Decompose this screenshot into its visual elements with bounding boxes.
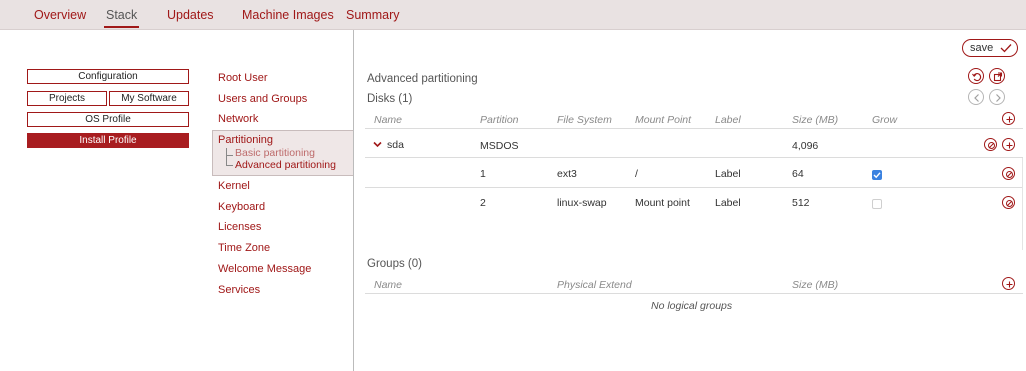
- revert-icon[interactable]: [968, 68, 984, 84]
- group-col-header-physical-extend: Physical Extend: [557, 279, 632, 291]
- partition-file-system[interactable]: linux-swap: [557, 197, 607, 209]
- table-scroll-edge: [1022, 158, 1023, 250]
- row-divider: [365, 157, 1023, 158]
- groups-header-divider: [365, 293, 1023, 294]
- disk-name: sda: [387, 139, 404, 151]
- next-icon[interactable]: [989, 89, 1005, 105]
- os-profile-button[interactable]: OS Profile: [27, 112, 189, 127]
- add-disk-icon[interactable]: [1002, 112, 1015, 125]
- tab-summary[interactable]: Summary: [346, 8, 399, 22]
- delete-partition-icon[interactable]: [1002, 196, 1015, 209]
- vertical-divider: [353, 30, 354, 371]
- groups-title: Groups (0): [367, 258, 422, 270]
- configuration-button[interactable]: Configuration: [27, 69, 189, 84]
- add-partition-icon[interactable]: [1002, 138, 1015, 151]
- disk-size: 4,096: [792, 140, 819, 152]
- nav-kernel[interactable]: Kernel: [218, 180, 250, 192]
- partition-file-system[interactable]: ext3: [557, 168, 577, 180]
- nav-users-and-groups[interactable]: Users and Groups: [218, 93, 307, 105]
- projects-button[interactable]: Projects: [27, 91, 107, 106]
- tab-stack[interactable]: Stack: [103, 8, 140, 28]
- page-title: Advanced partitioning: [367, 73, 478, 85]
- tab-updates[interactable]: Updates: [167, 8, 214, 22]
- col-header-mount-point: Mount Point: [635, 114, 692, 126]
- nav-welcome-message[interactable]: Welcome Message: [218, 263, 311, 275]
- nav-basic-partitioning[interactable]: Basic partitioning: [235, 147, 315, 159]
- export-icon[interactable]: [989, 68, 1005, 84]
- partition-mount-point[interactable]: Mount point: [635, 197, 690, 209]
- save-button[interactable]: save: [962, 39, 1018, 57]
- col-header-label: Label: [715, 114, 741, 126]
- header-divider: [365, 128, 1023, 129]
- col-header-size: Size (MB): [792, 114, 839, 126]
- partition-number: 1: [480, 168, 486, 180]
- delete-partition-icon[interactable]: [1002, 167, 1015, 180]
- my-software-button[interactable]: My Software: [109, 91, 189, 106]
- nav-partitioning[interactable]: Partitioning: [218, 134, 273, 146]
- save-label: save: [970, 42, 994, 54]
- grow-checkbox[interactable]: [872, 170, 882, 180]
- col-header-name: Name: [374, 114, 403, 126]
- partition-size[interactable]: 512: [792, 197, 810, 209]
- install-profile-button[interactable]: Install Profile: [27, 133, 189, 148]
- partition-label[interactable]: Label: [715, 168, 741, 180]
- nav-licenses[interactable]: Licenses: [218, 221, 261, 233]
- partition-mount-point[interactable]: /: [635, 168, 638, 180]
- delete-disk-icon[interactable]: [984, 138, 997, 151]
- col-header-file-system: File System: [557, 114, 612, 126]
- tab-machine-images[interactable]: Machine Images: [242, 8, 334, 22]
- tree-connector: [226, 148, 234, 166]
- nav-services[interactable]: Services: [218, 284, 260, 296]
- top-tab-bar: Overview Stack Updates Machine Images Su…: [0, 0, 1026, 30]
- col-header-partition: Partition: [480, 114, 519, 126]
- no-groups-message: No logical groups: [651, 300, 733, 312]
- group-col-header-size: Size (MB): [792, 279, 839, 291]
- col-header-grow: Grow: [872, 114, 898, 126]
- partition-size[interactable]: 64: [792, 168, 804, 180]
- disks-title: Disks (1): [367, 93, 413, 105]
- chevron-down-icon[interactable]: [373, 141, 382, 148]
- row-divider: [365, 187, 1023, 188]
- nav-advanced-partitioning[interactable]: Advanced partitioning: [235, 159, 336, 171]
- previous-icon[interactable]: [968, 89, 984, 105]
- partition-label[interactable]: Label: [715, 197, 741, 209]
- grow-checkbox[interactable]: [872, 199, 882, 209]
- add-group-icon[interactable]: [1002, 277, 1015, 290]
- nav-network[interactable]: Network: [218, 113, 258, 125]
- partition-number: 2: [480, 197, 486, 209]
- nav-time-zone[interactable]: Time Zone: [218, 242, 270, 254]
- tab-overview[interactable]: Overview: [34, 8, 86, 22]
- checkmark-icon: [1000, 44, 1012, 53]
- disk-partition-table: MSDOS: [480, 140, 519, 152]
- nav-partitioning-group: Partitioning Basic partitioning Advanced…: [212, 130, 354, 176]
- nav-root-user[interactable]: Root User: [218, 72, 268, 84]
- nav-keyboard[interactable]: Keyboard: [218, 201, 265, 213]
- group-col-header-name: Name: [374, 279, 403, 291]
